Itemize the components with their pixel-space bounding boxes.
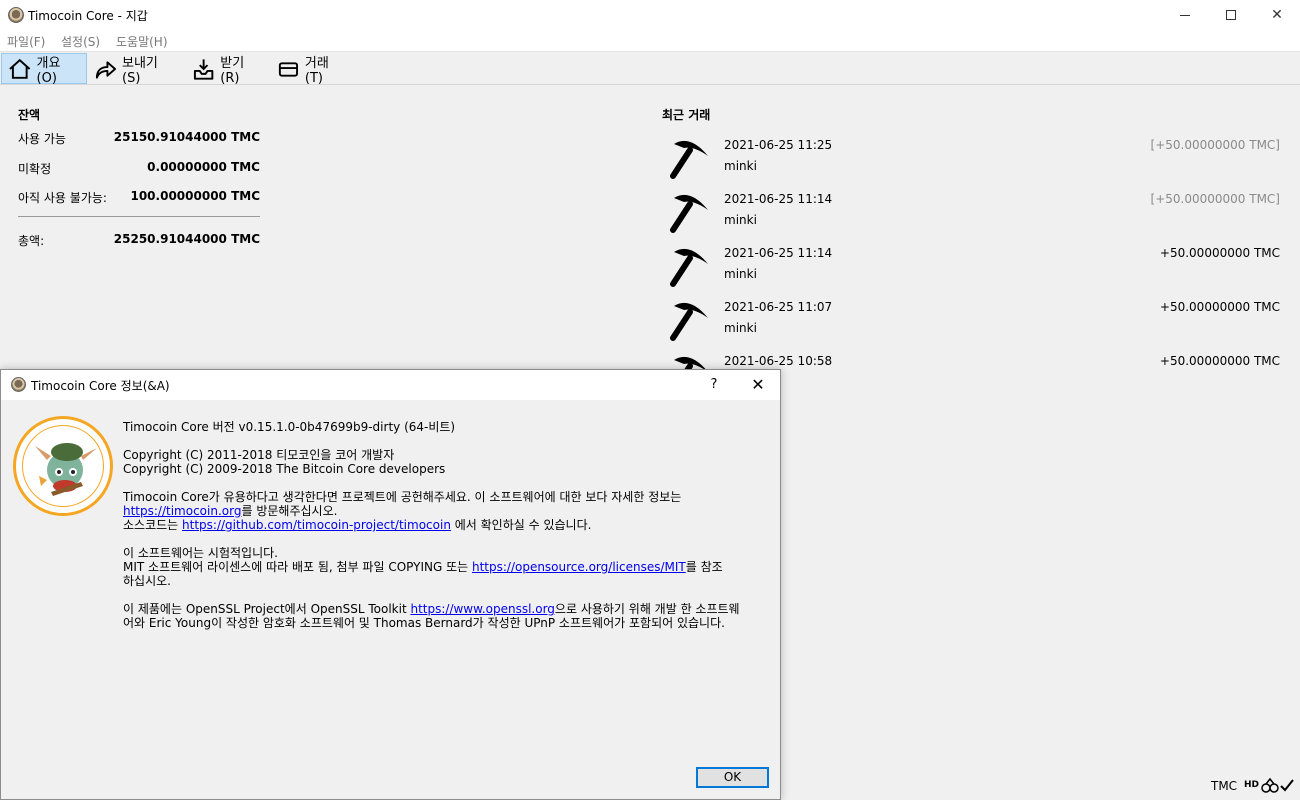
copyright-line-1: Copyright (C) 2011-2018 티모코인을 코어 개발자 bbox=[123, 448, 395, 462]
transaction-label: minki bbox=[724, 321, 757, 335]
tab-transactions-label: 거래(T) bbox=[304, 55, 329, 86]
app-logo-icon bbox=[8, 7, 24, 23]
ok-button[interactable]: OK bbox=[696, 767, 769, 788]
mining-pickaxe-icon bbox=[670, 140, 708, 179]
maximize-button[interactable] bbox=[1208, 0, 1254, 30]
github-link[interactable]: https://github.com/timocoin-project/timo… bbox=[182, 518, 451, 532]
copyright-line-2: Copyright (C) 2009-2018 The Bitcoin Core… bbox=[123, 462, 446, 476]
toolbar: 개요(O) 보내기(S) 받기(R) 거래(T) bbox=[0, 51, 1300, 86]
mining-pickaxe-icon bbox=[670, 194, 708, 233]
dialog-close-button[interactable]: ✕ bbox=[745, 374, 771, 396]
synced-check-icon bbox=[1280, 779, 1294, 792]
balance-immature-value: 100.00000000 TMC bbox=[130, 189, 260, 203]
transaction-item[interactable]: 2021-06-25 11:07 minki +50.00000000 TMC bbox=[662, 298, 1280, 352]
website-link[interactable]: https://timocoin.org bbox=[123, 504, 241, 518]
balance-pending-label: 미확정 bbox=[18, 162, 52, 176]
network-activity-icon[interactable] bbox=[1261, 777, 1279, 793]
openssl-line-2: 어와 Eric Young이 작성한 암호화 소프트웨어 및 Thomas Be… bbox=[123, 616, 725, 630]
tab-receive[interactable]: 받기(R) bbox=[186, 53, 268, 86]
transaction-amount: +50.00000000 TMC bbox=[1159, 246, 1280, 260]
transaction-amount: +50.00000000 TMC bbox=[1159, 354, 1280, 368]
balance-divider bbox=[18, 216, 260, 217]
about-dialog: Timocoin Core 정보(&A) ? ✕ Timocoin Core 버… bbox=[0, 369, 781, 800]
balance-pending-value: 0.00000000 TMC bbox=[147, 160, 260, 174]
transaction-date: 2021-06-25 11:07 bbox=[724, 300, 833, 314]
openssl-prefix-text: 이 제품에는 OpenSSL Project에서 OpenSSL Toolkit bbox=[123, 602, 411, 616]
source-prefix-text: 소스코드는 bbox=[123, 518, 183, 532]
tab-receive-label: 받기(R) bbox=[220, 55, 245, 86]
app-logo-icon bbox=[11, 377, 26, 392]
send-arrow-icon bbox=[95, 60, 117, 79]
balance-available-label: 사용 가능 bbox=[18, 132, 66, 146]
logo-inner-ring bbox=[22, 425, 104, 507]
transaction-amount: +50.00000000 TMC bbox=[1159, 300, 1280, 314]
close-icon: ✕ bbox=[1271, 7, 1283, 23]
license-line-2: 하십시오. bbox=[123, 574, 171, 588]
transaction-item[interactable]: 2021-06-25 11:14 minki +50.00000000 TMC bbox=[662, 244, 1280, 298]
visit-text: 를 방문해주십시오. bbox=[241, 504, 338, 518]
transaction-label: minki bbox=[724, 159, 757, 173]
minimize-button[interactable] bbox=[1162, 0, 1208, 30]
teemo-mascot-icon bbox=[35, 443, 97, 496]
inbox-receive-icon bbox=[193, 58, 214, 80]
recent-transactions-heading: 최근 거래 bbox=[662, 108, 711, 122]
transaction-date: 2021-06-25 11:14 bbox=[724, 246, 833, 260]
transaction-date: 2021-06-25 11:14 bbox=[724, 192, 833, 206]
tab-overview-label: 개요(O) bbox=[36, 55, 61, 86]
license-suffix-text: 를 참조 bbox=[685, 560, 723, 574]
dialog-titlebar: Timocoin Core 정보(&A) ? ✕ bbox=[1, 370, 780, 400]
status-unit[interactable]: TMC bbox=[1211, 779, 1237, 793]
menu-file[interactable]: 파일(F) bbox=[7, 33, 45, 50]
license-link[interactable]: https://opensource.org/licenses/MIT bbox=[472, 560, 686, 574]
menu-bar: 파일(F) 설정(S) 도움말(H) bbox=[0, 30, 1300, 51]
balances-heading: 잔액 bbox=[18, 108, 41, 122]
balance-available-value: 25150.91044000 TMC bbox=[113, 130, 260, 144]
home-icon bbox=[9, 58, 31, 79]
about-text: Timocoin Core 버전 v0.15.1.0-0b47699b9-dir… bbox=[123, 420, 763, 644]
contribute-text: Timocoin Core가 유용하다고 생각한다면 프로젝트에 공헌해주세요.… bbox=[123, 490, 682, 504]
transaction-label: minki bbox=[724, 213, 757, 227]
experimental-text: 이 소프트웨어는 시험적입니다. bbox=[123, 546, 278, 560]
openssl-suffix-text: 으로 사용하기 위해 개발 한 소프트웨 bbox=[554, 602, 740, 616]
minimize-icon bbox=[1180, 14, 1190, 16]
balance-total-label: 총액: bbox=[18, 234, 45, 248]
transaction-item[interactable]: 2021-06-25 11:14 minki [+50.00000000 TMC… bbox=[662, 190, 1280, 244]
window-titlebar: Timocoin Core - 지갑 ✕ bbox=[0, 0, 1300, 30]
help-button[interactable]: ? bbox=[701, 374, 727, 396]
window-title: Timocoin Core - 지갑 bbox=[28, 9, 148, 23]
menu-help[interactable]: 도움말(H) bbox=[116, 33, 168, 50]
transaction-date: 2021-06-25 10:58 bbox=[724, 354, 833, 368]
maximize-icon bbox=[1226, 10, 1236, 20]
balance-total-value: 25250.91044000 TMC bbox=[113, 232, 260, 246]
dialog-title: Timocoin Core 정보(&A) bbox=[31, 379, 170, 393]
openssl-link[interactable]: https://www.openssl.org bbox=[410, 602, 554, 616]
version-text: Timocoin Core 버전 v0.15.1.0-0b47699b9-dir… bbox=[123, 420, 456, 434]
mining-pickaxe-icon bbox=[670, 248, 708, 287]
balance-immature-label: 아직 사용 불가능: bbox=[18, 191, 107, 205]
menu-settings[interactable]: 설정(S) bbox=[61, 33, 100, 50]
transaction-amount: [+50.00000000 TMC] bbox=[1150, 138, 1280, 152]
mining-pickaxe-icon bbox=[670, 302, 708, 341]
transaction-amount: [+50.00000000 TMC] bbox=[1150, 192, 1280, 206]
source-suffix-text: 에서 확인하실 수 있습니다. bbox=[450, 518, 592, 532]
status-hd-badge: HD bbox=[1244, 780, 1260, 790]
tab-send-label: 보내기(S) bbox=[122, 55, 158, 86]
tab-overview[interactable]: 개요(O) bbox=[1, 53, 87, 86]
tab-send[interactable]: 보내기(S) bbox=[88, 53, 180, 86]
transaction-date: 2021-06-25 11:25 bbox=[724, 138, 833, 152]
transaction-label: minki bbox=[724, 267, 757, 281]
license-prefix-text: MIT 소프트웨어 라이센스에 따라 배포 됨, 첨부 파일 COPYING 또… bbox=[123, 560, 472, 574]
timocoin-logo-icon bbox=[13, 416, 113, 516]
tab-transactions[interactable]: 거래(T) bbox=[271, 53, 351, 86]
transaction-item[interactable]: 2021-06-25 11:25 minki [+50.00000000 TMC… bbox=[662, 136, 1280, 190]
wallet-card-icon bbox=[278, 61, 298, 77]
close-button[interactable]: ✕ bbox=[1254, 0, 1300, 30]
